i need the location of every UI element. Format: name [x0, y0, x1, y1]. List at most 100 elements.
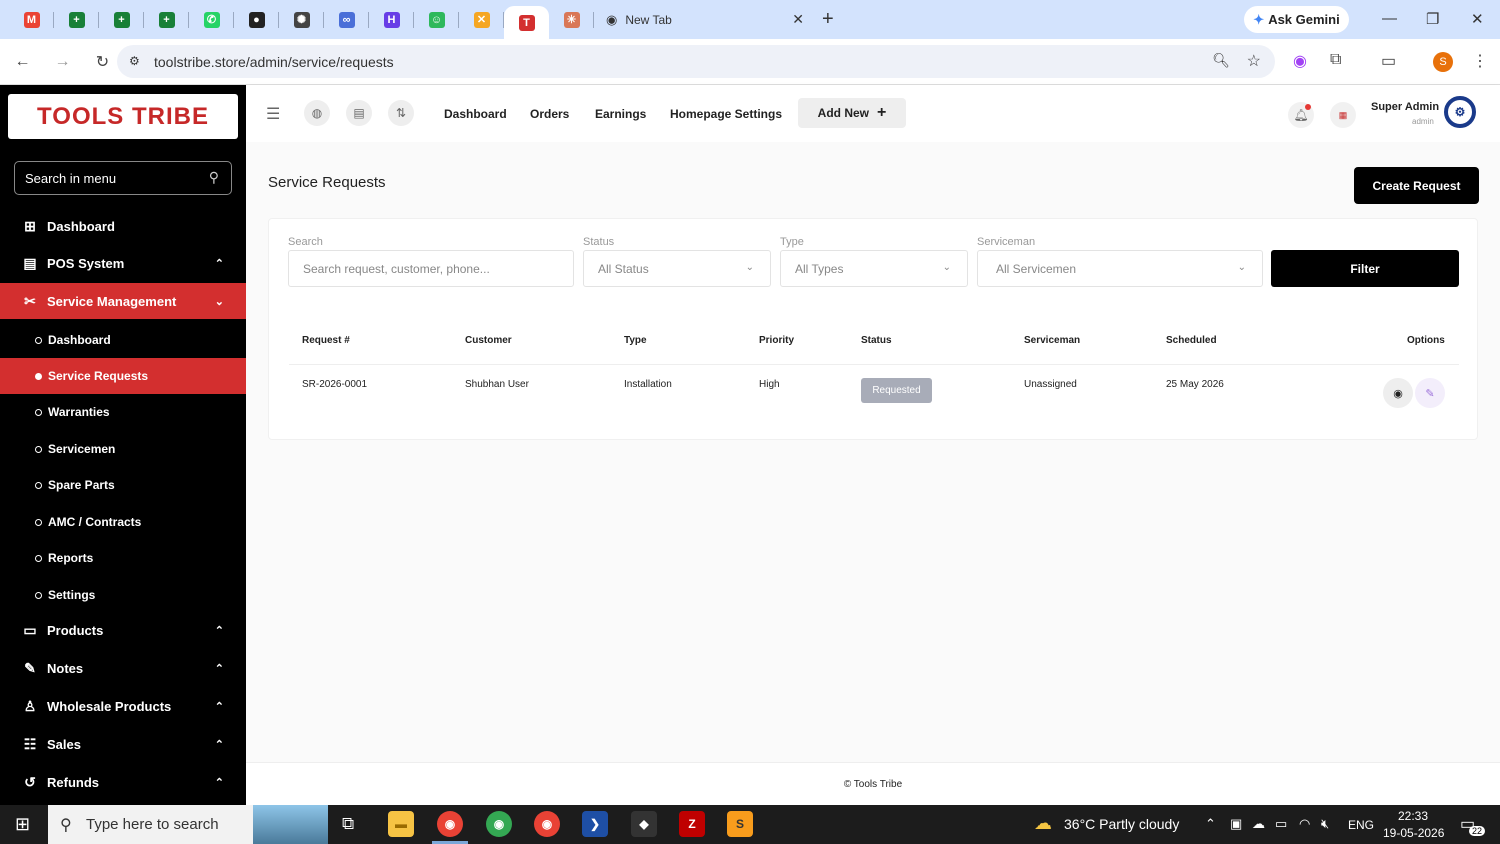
gmail-tab[interactable]: M [9, 0, 54, 39]
site-info-icon[interactable]: ⚙ [129, 54, 140, 68]
chatgpt-tab[interactable]: ✺ [279, 0, 324, 39]
close-window-icon[interactable]: ✕ [1471, 10, 1484, 28]
type-select[interactable]: All Types ⌄ [780, 250, 968, 287]
submenu-item-dashboard[interactable]: Dashboard [0, 322, 246, 358]
cell-priority: High [759, 379, 780, 390]
volume-muted-icon[interactable]: 🔇︎ [1321, 816, 1329, 832]
weather-text[interactable]: 36°C Partly cloudy [1064, 816, 1179, 832]
sidebar-item-wholesale-products[interactable]: ♙ Wholesale Products ⌃ [0, 688, 246, 724]
cell-request[interactable]: SR-2026-0001 [302, 379, 367, 390]
add-new-button[interactable]: Add New + [798, 98, 906, 128]
hostinger-tab[interactable]: H [369, 0, 414, 39]
extensions-puzzle-icon[interactable]: ⧉ [1330, 51, 1341, 69]
submenu-item-servicemen[interactable]: Servicemen [0, 431, 246, 467]
onedrive-icon[interactable]: ☁ [1252, 816, 1265, 832]
create-request-button[interactable]: Create Request [1354, 167, 1479, 204]
sheets-tab-1[interactable]: + [54, 0, 99, 39]
pos-shortcut-icon[interactable]: ▤ [346, 100, 372, 126]
language-flag-icon[interactable]: ▦ [1330, 102, 1356, 128]
submenu-item-label: Settings [48, 588, 96, 602]
forward-icon[interactable]: → [45, 53, 80, 71]
back-icon[interactable]: ← [5, 53, 40, 71]
serviceman-select[interactable]: All Servicemen ⌄ [977, 250, 1263, 287]
file-explorer-icon[interactable]: ▬ [388, 811, 414, 837]
submenu-item-label: Servicemen [48, 442, 116, 456]
sidebar-item-pos-system[interactable]: ▤ POS System ⌃ [0, 245, 246, 281]
restore-icon[interactable]: ❐ [1426, 10, 1439, 28]
analytics-icon[interactable]: ⇅ [388, 100, 414, 126]
status-select[interactable]: All Status ⌄ [583, 250, 771, 287]
user-avatar[interactable]: ⚙ [1444, 96, 1476, 128]
filter-button[interactable]: Filter [1271, 250, 1459, 287]
submenu-item-spare-parts[interactable]: Spare Parts [0, 467, 246, 503]
green-tab[interactable]: ☺ [414, 0, 459, 39]
bookmark-star-icon[interactable]: ☆ [1247, 51, 1261, 71]
nav-dashboard[interactable]: Dashboard [444, 107, 507, 121]
search-label: Search [288, 236, 323, 248]
footer: © Tools Tribe [246, 762, 1500, 805]
github-tab[interactable]: ● [234, 0, 279, 39]
nav-homepage-settings[interactable]: Homepage Settings [670, 107, 782, 121]
network-device-icon[interactable]: ▣ [1230, 816, 1242, 832]
toolstribe-tab[interactable]: T [504, 6, 549, 39]
new-tab-plus-icon[interactable]: + [822, 8, 834, 31]
request-search-input[interactable]: Search request, customer, phone... [288, 250, 574, 287]
sidebar-item-dashboard[interactable]: ⊞ Dashboard [0, 208, 246, 244]
ask-gemini-button[interactable]: ✦ Ask Gemini [1244, 6, 1349, 33]
task-view-icon[interactable]: ⧉ [342, 814, 354, 834]
close-tab-icon[interactable]: ✕ [792, 11, 804, 28]
submenu-item-reports[interactable]: Reports [0, 540, 246, 576]
submenu-item-settings[interactable]: Settings [0, 577, 246, 613]
sidebar-item-sales[interactable]: ☷ Sales ⌃ [0, 726, 246, 762]
submenu-item-service-requests[interactable]: Service Requests [0, 358, 246, 394]
new-tab-tab[interactable]: ◉ New Tab ✕ [594, 0, 814, 39]
x-tab[interactable]: ✕ [459, 0, 504, 39]
menu-search-input[interactable]: Search in menu ⚲ [14, 161, 232, 195]
sidebar-item-notes[interactable]: ✎ Notes ⌃ [0, 650, 246, 686]
sheets-tab-3[interactable]: + [144, 0, 189, 39]
nav-earnings[interactable]: Earnings [595, 107, 646, 121]
zoom-icon[interactable]: 🔍︎ [1212, 52, 1230, 69]
windows-start-icon[interactable]: ⊞ [15, 814, 30, 835]
sidebar-item-products[interactable]: ▭ Products ⌃ [0, 612, 246, 648]
sidebar-item-refunds[interactable]: ↺ Refunds ⌃ [0, 764, 246, 800]
wifi-icon[interactable]: ◠ [1299, 816, 1310, 832]
chrome-profile-2-icon[interactable]: ◉ [534, 811, 560, 837]
chrome-profile-icon[interactable]: ◉ [486, 811, 512, 837]
address-bar[interactable]: ⚙ toolstribe.store/admin/service/request… [117, 45, 1275, 78]
submenu-item-label: Spare Parts [48, 478, 115, 492]
minimize-icon[interactable]: — [1382, 10, 1397, 27]
sublime-text-icon[interactable]: S [727, 811, 753, 837]
view-eye-icon[interactable]: ◉ [1383, 378, 1413, 408]
edit-icon[interactable]: ✎ [1415, 378, 1445, 408]
weather-icon[interactable]: ☁ [1034, 813, 1052, 834]
submenu-item-amc-contracts[interactable]: AMC / Contracts [0, 504, 246, 540]
submenu-item-warranties[interactable]: Warranties [0, 394, 246, 430]
clock-date[interactable]: 19-05-2026 [1383, 826, 1444, 840]
notification-bell-icon[interactable]: 🔔︎ [1288, 102, 1314, 128]
powershell-icon[interactable]: ❯ [582, 811, 608, 837]
tab-search-icon[interactable]: ▭ [1381, 51, 1396, 71]
taskbar-search-input[interactable]: ⚲ Type here to search [48, 805, 328, 844]
whatsapp-tab[interactable]: ✆ [189, 0, 234, 39]
copilot-tab[interactable]: ∞ [324, 0, 369, 39]
filezilla-icon[interactable]: Z [679, 811, 705, 837]
language-indicator[interactable]: ENG [1348, 818, 1374, 832]
battery-icon[interactable]: ▭ [1275, 816, 1287, 832]
tray-expand-icon[interactable]: ⌃ [1205, 816, 1216, 832]
extension-color-icon[interactable]: ◉ [1293, 51, 1307, 71]
search-icon[interactable]: ⚲ [209, 169, 219, 186]
globe-icon[interactable]: ◍ [304, 100, 330, 126]
chrome-icon[interactable]: ◉ [437, 811, 463, 837]
cube-app-icon[interactable]: ◆ [631, 811, 657, 837]
claude-tab[interactable]: ✳ [549, 0, 594, 39]
profile-avatar[interactable]: S [1433, 52, 1453, 72]
tools-tribe-logo[interactable]: TOOLS TRIBE [8, 94, 238, 139]
sheets-tab-2[interactable]: + [99, 0, 144, 39]
reload-icon[interactable]: ↻ [85, 52, 120, 72]
clock-time[interactable]: 22:33 [1398, 809, 1428, 823]
menu-toggle-icon[interactable]: ☰ [266, 104, 280, 124]
browser-menu-icon[interactable]: ⋮ [1472, 51, 1488, 71]
nav-orders[interactable]: Orders [530, 107, 569, 121]
sidebar-item-service-management[interactable]: ✂ Service Management ⌄ [0, 283, 246, 319]
